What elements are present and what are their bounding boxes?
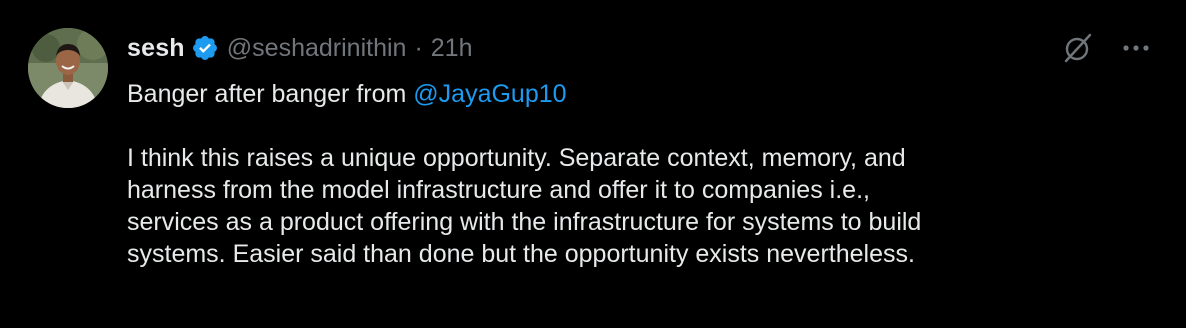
tweet-paragraph-line: services as a product offering with the … [127, 208, 922, 236]
timestamp[interactable]: 21h [431, 34, 473, 63]
tweet-actions [1060, 30, 1154, 66]
tweet-paragraph-line: I think this raises a unique opportunity… [127, 144, 906, 172]
verified-badge-icon [191, 34, 219, 62]
tweet-header: sesh @seshadrinithin · 21h [127, 30, 472, 66]
user-handle[interactable]: @seshadrinithin [227, 34, 407, 63]
avatar[interactable] [28, 28, 108, 108]
more-icon[interactable] [1118, 30, 1154, 66]
tweet-paragraph-line: harness from the model infrastructure an… [127, 176, 870, 204]
tweet: sesh @seshadrinithin · 21h Banger after … [0, 0, 1186, 328]
tweet-first-line: Banger after banger from @JayaGup10 [127, 78, 1157, 110]
grok-icon[interactable] [1060, 30, 1096, 66]
tweet-text-prefix: Banger after banger from [127, 80, 414, 108]
tweet-paragraph-line: systems. Easier said than done but the o… [127, 240, 915, 268]
display-name[interactable]: sesh [127, 34, 185, 63]
tweet-text: Banger after banger from @JayaGup10 I th… [127, 78, 1157, 270]
mention-link[interactable]: @JayaGup10 [413, 80, 566, 108]
separator-dot: · [414, 33, 423, 62]
avatar-image [28, 28, 108, 108]
